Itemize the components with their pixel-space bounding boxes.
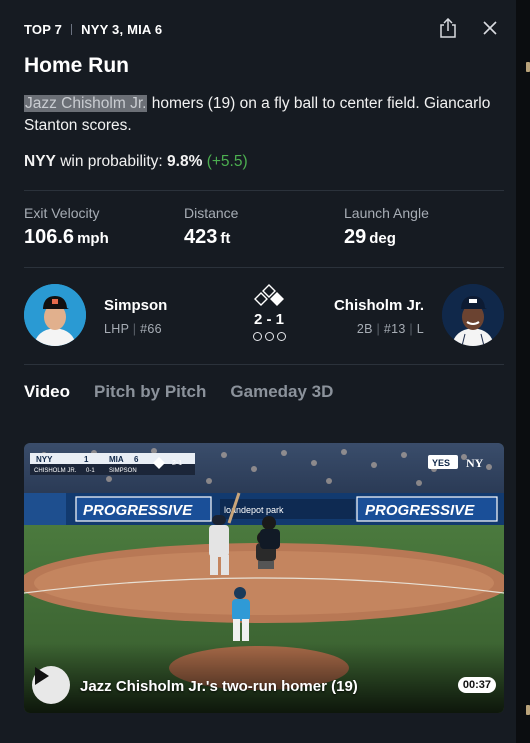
win-probability: NYY win probability: 9.8% (+5.5) <box>24 153 248 171</box>
batter-link[interactable]: Jazz Chisholm Jr. <box>24 95 148 112</box>
scorebug-count: 2-1 <box>172 460 182 467</box>
scorebug-outs: 0-1 <box>86 468 95 474</box>
stat-label: Exit Velocity <box>24 205 100 221</box>
play-detail-panel: TOP 7 NYY 3, MIA 6 Home Run Jazz Chishol… <box>0 0 516 743</box>
tab-gameday-3d[interactable]: Gameday 3D <box>230 382 333 402</box>
scorebug-away: NYY <box>36 455 53 464</box>
video-duration: 00:37 <box>457 677 496 693</box>
pitcher-meta: LHP | #66 <box>104 322 162 336</box>
edge-marker <box>526 705 530 715</box>
count-indicator: 2 - 1 <box>246 284 292 341</box>
win-prob-delta: (+5.5) <box>206 153 248 170</box>
banner-left: PROGRESSIVE <box>83 502 193 519</box>
stat-unit: mph <box>77 230 109 247</box>
out-dot <box>276 332 286 341</box>
scorebug-pitcher: SIMPSON <box>109 468 137 474</box>
batter-avatar[interactable] <box>442 284 504 346</box>
right-gutter <box>516 0 530 743</box>
pitcher-avatar[interactable] <box>24 284 86 346</box>
batter-meta: 2B | #13 | L <box>356 322 424 336</box>
matchup: Simpson LHP | #66 2 - 1 Chisholm Jr. 2B … <box>24 284 504 348</box>
batter-bats: L <box>416 322 424 336</box>
pitcher-name[interactable]: Simpson <box>104 297 167 314</box>
stat-distance: Distance 423 ft <box>184 205 344 249</box>
score-label: NYY 3, MIA 6 <box>81 22 163 37</box>
video-player[interactable]: NYY 1 MIA 6 CHISHOLM JR. 0-1 SIMPSON 2-1… <box>24 443 504 713</box>
share-icon[interactable] <box>436 16 460 40</box>
play-title: Home Run <box>24 54 129 77</box>
win-prob-team: NYY <box>24 153 56 170</box>
stat-launch-angle: Launch Angle 29 deg <box>344 205 504 249</box>
scorebug-batter: CHISHOLM JR. <box>34 468 77 474</box>
tab-video[interactable]: Video <box>24 382 70 402</box>
out-dot <box>252 332 262 341</box>
team-logo: NY <box>466 456 484 470</box>
divider <box>24 267 504 268</box>
game-situation: TOP 7 NYY 3, MIA 6 <box>24 22 162 37</box>
tab-pitch-by-pitch[interactable]: Pitch by Pitch <box>94 382 206 402</box>
stat-value: 423 <box>184 226 218 248</box>
stat-value: 29 <box>344 226 367 248</box>
stat-exit-velocity: Exit Velocity 106.6 mph <box>24 205 184 249</box>
close-icon[interactable] <box>478 16 502 40</box>
scorebug-home: MIA <box>109 455 124 464</box>
edge-marker <box>526 62 530 72</box>
stat-value-row: 29 deg <box>344 226 504 249</box>
media-tabs: Video Pitch by Pitch Gameday 3D <box>24 382 333 402</box>
batter-position: 2B <box>356 322 373 336</box>
scorebug-away-score: 1 <box>84 455 89 464</box>
statcast-stats: Exit Velocity 106.6 mph Distance 423 ft La… <box>24 205 504 249</box>
win-prob-label: win probability: <box>60 153 163 170</box>
stat-unit: deg <box>369 230 396 247</box>
divider <box>24 364 504 365</box>
pitcher-number: #66 <box>140 322 162 336</box>
bases-icon <box>254 284 284 306</box>
stat-value: 106.6 <box>24 226 75 248</box>
stat-label: Distance <box>184 205 239 221</box>
stat-unit: ft <box>220 230 231 247</box>
batter-number: #13 <box>383 322 406 336</box>
inning-label: TOP 7 <box>24 22 63 37</box>
play-button[interactable] <box>32 666 70 704</box>
outs-indicator <box>246 332 292 341</box>
play-icon <box>35 667 49 685</box>
pitcher-hand: LHP <box>104 322 129 336</box>
divider <box>71 24 73 35</box>
ball-strike-count: 2 - 1 <box>253 311 284 328</box>
stat-label: Launch Angle <box>344 205 429 221</box>
divider <box>24 190 504 191</box>
network-logo: YES <box>432 458 450 468</box>
stat-value-row: 423 ft <box>184 226 344 249</box>
header-actions <box>436 16 502 40</box>
video-caption[interactable]: Jazz Chisholm Jr.'s two-run homer (19) <box>80 678 358 695</box>
scorebug-home-score: 6 <box>134 455 139 464</box>
win-prob-value: 9.8% <box>167 153 203 170</box>
stat-value-row: 106.6 mph <box>24 226 184 249</box>
out-dot <box>264 332 274 341</box>
banner-right: PROGRESSIVE <box>365 502 475 519</box>
batter-name[interactable]: Chisholm Jr. <box>334 297 424 314</box>
play-description: Jazz Chisholm Jr. homers (19) on a fly b… <box>24 93 494 137</box>
